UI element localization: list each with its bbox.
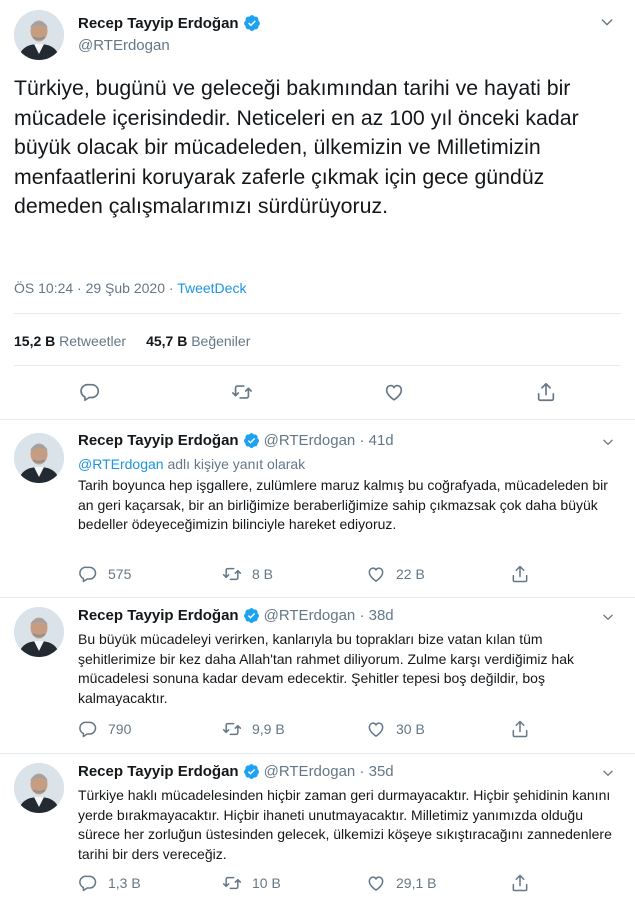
reply-header: Recep Tayyip Erdoğan @RTErdogan · 41d bbox=[78, 432, 394, 449]
divider bbox=[14, 365, 621, 366]
reply-button[interactable]: 1,3 B bbox=[78, 873, 141, 893]
author-name-row[interactable]: Recep Tayyip Erdoğan bbox=[78, 14, 261, 32]
tweet-meta: ÖS 10:24 · 29 Şub 2020 · TweetDeck bbox=[14, 280, 246, 296]
retweet-arrows-icon bbox=[222, 873, 242, 893]
like-button[interactable]: 22 B bbox=[366, 564, 425, 584]
retweets-stat[interactable]: 15,2 B Retweetler bbox=[14, 333, 126, 349]
retweets-count: 9,9 B bbox=[252, 721, 285, 737]
avatar[interactable] bbox=[14, 10, 64, 60]
handle-and-age[interactable]: @RTErdogan · 35d bbox=[264, 763, 394, 780]
reply-button[interactable]: 575 bbox=[78, 564, 131, 584]
reply-to-link[interactable]: @RTErdogan bbox=[78, 456, 164, 472]
avatar-image bbox=[14, 10, 64, 60]
share-upload-icon bbox=[510, 564, 530, 584]
likes-label: Beğeniler bbox=[191, 333, 251, 349]
reply-header: Recep Tayyip Erdoğan @RTErdogan · 38d bbox=[78, 607, 394, 624]
likes-count: 45,7 B bbox=[146, 333, 188, 349]
share-upload-icon bbox=[510, 719, 530, 739]
author-name[interactable]: Recep Tayyip Erdoğan bbox=[78, 432, 239, 449]
likes-stat[interactable]: 45,7 B Beğeniler bbox=[146, 333, 250, 349]
author-name[interactable]: Recep Tayyip Erdoğan bbox=[78, 607, 239, 624]
heart-icon bbox=[366, 564, 386, 584]
share-button[interactable] bbox=[510, 719, 530, 739]
tweet-stats: 15,2 B Retweetler 45,7 B Beğeniler bbox=[14, 333, 250, 349]
share-button[interactable] bbox=[510, 873, 530, 893]
reply-tweet[interactable]: Recep Tayyip Erdoğan @RTErdogan · 41d @R… bbox=[0, 421, 635, 598]
like-button[interactable]: 29,1 B bbox=[366, 873, 436, 893]
retweet-arrows-icon bbox=[222, 564, 242, 584]
divider bbox=[14, 313, 621, 314]
retweet-button[interactable] bbox=[230, 380, 254, 404]
retweet-arrows-icon bbox=[231, 381, 253, 403]
likes-count: 29,1 B bbox=[396, 875, 437, 891]
avatar[interactable] bbox=[14, 763, 64, 813]
comment-bubble-icon bbox=[78, 873, 98, 893]
reply-context: @RTErdogan adlı kişiye yanıt olarak bbox=[78, 456, 305, 472]
like-button[interactable] bbox=[382, 380, 406, 404]
share-upload-icon bbox=[510, 873, 530, 893]
tweet-timestamp[interactable]: ÖS 10:24 · 29 Şub 2020 bbox=[14, 280, 165, 296]
retweet-button[interactable]: 8 B bbox=[222, 564, 273, 584]
heart-icon bbox=[383, 381, 405, 403]
tweet-text: Türkiye, bugünü ve geleceği bakımından t… bbox=[14, 76, 579, 218]
reply-to-suffix: adlı kişiye yanıt olarak bbox=[163, 456, 306, 472]
tweet-text: Türkiye haklı mücadelesinden hiçbir zama… bbox=[78, 787, 612, 862]
author-handle[interactable]: @RTErdogan bbox=[78, 37, 170, 54]
verified-badge-icon bbox=[243, 607, 260, 624]
chevron-down-icon[interactable] bbox=[599, 14, 615, 30]
replies-count: 1,3 B bbox=[108, 875, 141, 891]
author-name[interactable]: Recep Tayyip Erdoğan bbox=[78, 15, 239, 32]
retweet-arrows-icon bbox=[222, 719, 242, 739]
verified-badge-icon bbox=[243, 432, 260, 449]
likes-count: 30 B bbox=[396, 721, 425, 737]
avatar-image bbox=[14, 433, 64, 483]
replies-count: 575 bbox=[108, 566, 132, 582]
retweets-label: Retweetler bbox=[59, 333, 127, 349]
avatar[interactable] bbox=[14, 433, 64, 483]
retweet-button[interactable]: 9,9 B bbox=[222, 719, 285, 739]
author-name[interactable]: Recep Tayyip Erdoğan bbox=[78, 763, 239, 780]
retweets-count: 8 B bbox=[252, 566, 274, 582]
likes-count: 22 B bbox=[396, 566, 425, 582]
tweet-source-link[interactable]: TweetDeck bbox=[177, 280, 246, 296]
tweet-text: Tarih boyunca hep işgallere, zulümlere m… bbox=[78, 477, 608, 532]
share-button[interactable] bbox=[534, 380, 558, 404]
handle-and-age[interactable]: @RTErdogan · 41d bbox=[264, 432, 394, 449]
comment-bubble-icon bbox=[78, 564, 98, 584]
retweet-button[interactable]: 10 B bbox=[222, 873, 281, 893]
reply-header: Recep Tayyip Erdoğan @RTErdogan · 35d bbox=[78, 763, 394, 780]
handle-and-age[interactable]: @RTErdogan · 38d bbox=[264, 607, 394, 624]
replies-count: 790 bbox=[108, 721, 132, 737]
share-upload-icon bbox=[535, 381, 557, 403]
comment-bubble-icon bbox=[78, 719, 98, 739]
main-tweet: Recep Tayyip Erdoğan @RTErdogan Türkiye,… bbox=[0, 0, 635, 420]
retweets-count: 10 B bbox=[252, 875, 281, 891]
chevron-down-icon[interactable] bbox=[601, 435, 615, 449]
meta-separator: · bbox=[165, 280, 178, 296]
comment-bubble-icon bbox=[79, 381, 101, 403]
chevron-down-icon[interactable] bbox=[601, 766, 615, 780]
reply-tweet[interactable]: Recep Tayyip Erdoğan @RTErdogan · 38d Bu… bbox=[0, 599, 635, 754]
heart-icon bbox=[366, 873, 386, 893]
avatar[interactable] bbox=[14, 607, 64, 657]
verified-badge-icon bbox=[243, 14, 261, 32]
heart-icon bbox=[366, 719, 386, 739]
share-button[interactable] bbox=[510, 564, 530, 584]
verified-badge-icon bbox=[243, 763, 260, 780]
retweets-count: 15,2 B bbox=[14, 333, 56, 349]
like-button[interactable]: 30 B bbox=[366, 719, 425, 739]
reply-tweet[interactable]: Recep Tayyip Erdoğan @RTErdogan · 35d Tü… bbox=[0, 755, 635, 900]
reply-button[interactable]: 790 bbox=[78, 719, 131, 739]
avatar-image bbox=[14, 763, 64, 813]
avatar-image bbox=[14, 607, 64, 657]
chevron-down-icon[interactable] bbox=[601, 610, 615, 624]
tweet-text: Bu büyük mücadeleyi verirken, kanlarıyla… bbox=[78, 631, 574, 706]
reply-button[interactable] bbox=[78, 380, 102, 404]
